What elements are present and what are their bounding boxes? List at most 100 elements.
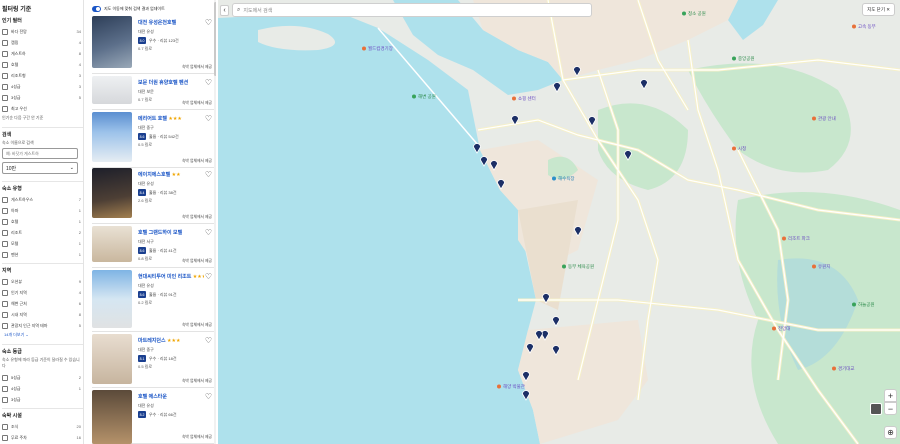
hotel-card[interactable]: 호텔 에스타운 ♡ 대전 유성 8.2 우수 · 리뷰 66건 숙박 업체에서 제공 [92,390,216,444]
filter-option[interactable]: 펜션 1 [2,249,83,260]
filter-option[interactable]: 관광지 인근 지역 테마 5 [2,320,83,331]
hotel-name[interactable]: 대전 유성온천호텔 [138,19,204,26]
close-map-button[interactable]: 지도 닫기 ✕ [862,3,895,16]
booking-link[interactable]: 숙박 업체에서 제공 [182,65,212,70]
hotel-name[interactable]: 호텔 그랜드하이 모텔 [138,229,204,236]
filter-option[interactable]: 최고 우선 [2,103,83,114]
checkbox[interactable] [2,300,8,307]
heart-icon[interactable]: ♡ [205,18,212,27]
property-name-input[interactable] [2,148,78,159]
show-more-link[interactable]: 14개 더보기 ⌄ [4,332,83,338]
hotel-card[interactable]: 보문 더원 휴양호텔 펜션 ♡ 대전 보문 0.7 킬로 숙박 업체에서 제공 [92,76,216,110]
filter-option[interactable]: 5성급 2 [2,372,83,383]
booking-link[interactable]: 숙박 업체에서 제공 [182,435,212,440]
locate-me-button[interactable]: ⊕ [884,426,897,439]
checkbox[interactable] [2,229,8,236]
checkbox[interactable] [2,322,8,329]
filter-option[interactable]: 호텔 4 [2,59,83,70]
checkbox[interactable] [2,39,8,46]
heart-icon[interactable]: ♡ [205,336,212,345]
filter-option[interactable]: 호텔 1 [2,216,83,227]
checkbox[interactable] [2,385,8,392]
hotel-name[interactable]: 보문 더원 휴양호텔 펜션 [138,79,204,86]
checkbox[interactable] [2,83,8,90]
checkbox[interactable] [2,28,8,35]
filter-option[interactable]: 아파 1 [2,205,83,216]
booking-link[interactable]: 숙박 업체에서 제공 [182,323,212,328]
checkbox[interactable] [2,311,8,318]
heart-icon[interactable]: ♡ [205,272,212,281]
checkbox[interactable] [2,72,8,79]
filter-option[interactable]: 무료 주차 16 [2,432,83,443]
hotel-card[interactable]: 마트레지던스 ★★★ ♡ 대전 중구 8.1 우수 · 리뷰 18건 0.5 킬로 숙박 업… [92,334,216,388]
hotel-card[interactable]: 에이치에스호텔 ★★ ♡ 대전 유성 8.4 훌륭 · 리뷰 38건 2.6 킬로 숙박 업… [92,168,216,224]
heart-icon[interactable]: ♡ [205,170,212,179]
checkbox[interactable] [2,434,8,441]
filter-option[interactable]: 4성급 1 [2,383,83,394]
checkbox[interactable] [2,207,8,214]
hotel-name[interactable]: 호텔 에스타운 [138,393,204,400]
map-view[interactable]: 청소 공원 월드컵경기장 중앙공원 쇼핑 센터 해변 공원 해수욕장 시청 동부 체육공원 리조… [218,0,900,444]
price-select[interactable]: 10만 ⌄ [2,162,78,174]
filter-option[interactable]: 캠핑 4 [2,37,83,48]
filter-option[interactable]: 모텔 1 [2,238,83,249]
hotel-photo[interactable] [92,112,132,162]
toggle-switch[interactable] [92,5,101,12]
booking-link[interactable]: 숙박 업체에서 제공 [182,159,212,164]
filter-option[interactable]: 조식 20 [2,421,83,432]
filter-option[interactable]: 오션뷰 9 [2,276,83,287]
hotel-name[interactable]: 마트레지던스 ★★★ [138,337,204,344]
checkbox[interactable] [2,289,8,296]
booking-link[interactable]: 숙박 업체에서 제공 [182,101,212,106]
heart-icon[interactable]: ♡ [205,78,212,87]
hotel-card[interactable]: 호텔 그랜드하이 모텔 ♡ 대전 서구 8.6 훌륭 · 리뷰 41건 0.8 킬로 숙박… [92,226,216,268]
hotel-photo[interactable] [92,76,132,104]
filter-option[interactable]: 시내 지역 8 [2,309,83,320]
checkbox[interactable] [2,240,8,247]
filter-option[interactable]: 3성급 [2,394,83,405]
hotel-photo[interactable] [92,16,132,68]
hotel-card[interactable]: 대전 유성온천호텔 ♡ 대전 유성 8.0 우수 · 리뷰 123건 0.7 킬로 숙박 … [92,16,216,74]
collapse-list-button[interactable]: ‹ [220,5,229,16]
checkbox[interactable] [2,374,8,381]
hotel-photo[interactable] [92,168,132,218]
filter-option[interactable]: 게스트하우스 7 [2,194,83,205]
hotel-name[interactable]: 메리어트 호텔 ★★★ [138,115,204,122]
results-scrollbar[interactable] [214,0,216,444]
hotel-card[interactable]: 메리어트 호텔 ★★★ ♡ 대전 중구 8.6 훌륭 · 리뷰 542건 0.5 킬로 숙박… [92,112,216,168]
map-layer-button[interactable] [870,403,882,415]
filter-option[interactable]: 게스트하 8 [2,48,83,59]
booking-link[interactable]: 숙박 업체에서 제공 [182,379,212,384]
hotel-name[interactable]: 에이치에스호텔 ★★ [138,171,204,178]
hotel-name[interactable]: 현대씨티투어 미인 리조트 ★★★ [138,273,204,280]
checkbox[interactable] [2,50,8,57]
heart-icon[interactable]: ♡ [205,228,212,237]
booking-link[interactable]: 숙박 업체에서 제공 [182,215,212,220]
map-update-toggle[interactable]: 지도 이동에 맞춰 검색 결과 업데이트 [92,3,216,14]
filter-option[interactable]: 3성급 5 [2,92,83,103]
checkbox[interactable] [2,61,8,68]
hotel-card[interactable]: 현대씨티투어 미인 리조트 ★★★ ♡ 대전 유성 8.6 훌륭 · 리뷰 91건 0.2… [92,270,216,332]
checkbox[interactable] [2,196,8,203]
checkbox[interactable] [2,396,8,403]
filter-option[interactable]: 해변 근처 6 [2,298,83,309]
checkbox[interactable] [2,423,8,430]
filter-option[interactable]: 4성급 3 [2,81,83,92]
zoom-in-button[interactable]: + [884,389,897,402]
filter-option[interactable]: 인기 지역 4 [2,287,83,298]
hotel-photo[interactable] [92,390,132,444]
hotel-photo[interactable] [92,270,132,328]
checkbox[interactable] [2,251,8,258]
filter-option[interactable]: 바다 전망 34 [2,26,83,37]
heart-icon[interactable]: ♡ [205,114,212,123]
filter-option[interactable]: 리조트 2 [2,227,83,238]
checkbox[interactable] [2,105,8,112]
heart-icon[interactable]: ♡ [205,392,212,401]
hotel-photo[interactable] [92,226,132,262]
filter-option[interactable]: 리조트형 3 [2,70,83,81]
checkbox[interactable] [2,94,8,101]
checkbox[interactable] [2,278,8,285]
booking-link[interactable]: 숙박 업체에서 제공 [182,259,212,264]
scrollbar-thumb[interactable] [214,2,216,76]
map-canvas[interactable]: 청소 공원월드컵경기장중앙공원쇼핑 센터 해변 공원해수욕장 시청동부 체육공원 리조… [218,0,900,444]
